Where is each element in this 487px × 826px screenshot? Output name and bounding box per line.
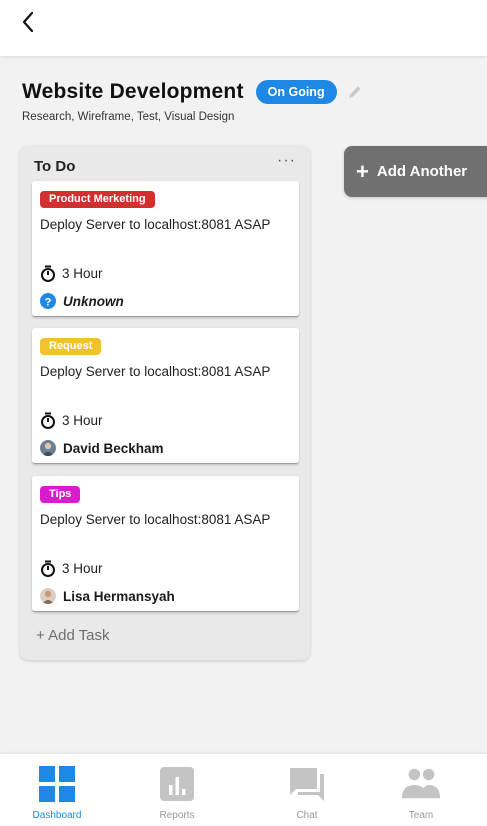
task-duration: 3 Hour (40, 412, 103, 429)
task-tag: Product Merketing (40, 191, 155, 208)
assignee-name: Unknown (63, 293, 124, 309)
avatar (40, 440, 56, 456)
nav-item-dashboard[interactable]: Dashboard (2, 754, 112, 826)
nav-label: Team (408, 810, 434, 821)
task-card[interactable]: Tips Deploy Server to localhost:8081 ASA… (32, 476, 299, 612)
nav-label: Reports (159, 810, 195, 821)
task-card[interactable]: Product Merketing Deploy Server to local… (32, 181, 299, 317)
task-tag: Tips (40, 486, 81, 503)
add-task-button[interactable]: + Add Task (36, 627, 110, 644)
task-card[interactable]: Request Deploy Server to localhost:8081 … (32, 328, 299, 464)
stopwatch-icon (41, 265, 55, 282)
task-duration-label: 3 Hour (62, 266, 103, 281)
todo-column: To Do ··· Product Merketing Deploy Serve… (20, 146, 310, 660)
task-assignee: Lisa Hermansyah (40, 588, 175, 604)
column-title: To Do (34, 158, 76, 175)
task-description: Deploy Server to localhost:8081 ASAP (40, 364, 271, 379)
plus-icon: + (356, 158, 369, 184)
chat-icon (287, 764, 327, 804)
task-assignee: David Beckham (40, 440, 164, 456)
nav-label: Chat (296, 810, 318, 821)
chevron-left-icon (22, 11, 34, 33)
project-header: Website Development On Going Research, W… (22, 80, 472, 123)
project-title: Website Development (22, 80, 244, 103)
bottom-navigation: Dashboard Reports Chat Team (0, 754, 487, 826)
nav-item-reports[interactable]: Reports (122, 754, 232, 826)
avatar (40, 588, 56, 604)
top-app-bar (0, 0, 487, 56)
nav-item-chat[interactable]: Chat (252, 754, 362, 826)
task-description: Deploy Server to localhost:8081 ASAP (40, 512, 271, 527)
stopwatch-icon (41, 560, 55, 577)
task-duration-label: 3 Hour (62, 561, 103, 576)
dashboard-icon (37, 764, 77, 804)
reports-icon (157, 764, 197, 804)
task-description: Deploy Server to localhost:8081 ASAP (40, 217, 271, 232)
svg-text:?: ? (45, 297, 52, 309)
nav-label: Dashboard (32, 810, 82, 821)
task-tag: Request (40, 338, 102, 355)
status-badge[interactable]: On Going (255, 80, 337, 104)
stopwatch-icon (41, 412, 55, 429)
task-assignee: ? Unknown (40, 293, 124, 309)
assignee-name: David Beckham (63, 440, 164, 456)
task-duration: 3 Hour (40, 265, 103, 282)
help-icon: ? (40, 293, 56, 309)
team-icon (401, 764, 441, 804)
project-subtitle: Research, Wireframe, Test, Visual Design (22, 111, 235, 123)
task-duration-label: 3 Hour (62, 413, 103, 428)
nav-item-team[interactable]: Team (366, 754, 476, 826)
back-button[interactable] (14, 8, 42, 36)
assignee-name: Lisa Hermansyah (63, 588, 175, 604)
add-another-label: Add Another (376, 163, 468, 180)
task-duration: 3 Hour (40, 560, 103, 577)
more-options-icon[interactable]: ··· (277, 152, 296, 170)
pencil-icon[interactable] (345, 82, 365, 102)
add-another-list-button[interactable]: + Add Another (344, 146, 487, 197)
